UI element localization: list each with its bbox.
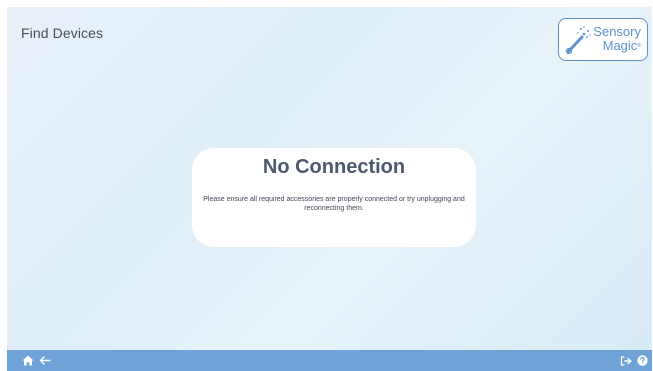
- magic-wand-icon: [565, 26, 591, 55]
- logo-wordmark: Sensory Magic®: [593, 25, 641, 53]
- app-window: Find Devices Sensory Magic® No Connectio…: [7, 7, 652, 371]
- logo-line2: Magic®: [602, 38, 641, 53]
- bottom-bar: [7, 350, 652, 371]
- logo-line1: Sensory: [593, 24, 641, 39]
- page-title: Find Devices: [21, 25, 104, 41]
- dialog-message: Please ensure all required accessories a…: [203, 196, 465, 212]
- back-arrow-icon[interactable]: [38, 354, 51, 367]
- home-icon[interactable]: [21, 354, 34, 367]
- help-icon[interactable]: [636, 354, 649, 367]
- sensory-magic-logo: Sensory Magic®: [558, 18, 648, 61]
- no-connection-dialog: No Connection Please ensure all required…: [192, 148, 476, 247]
- logout-icon[interactable]: [619, 354, 632, 367]
- dialog-title: No Connection: [262, 156, 406, 178]
